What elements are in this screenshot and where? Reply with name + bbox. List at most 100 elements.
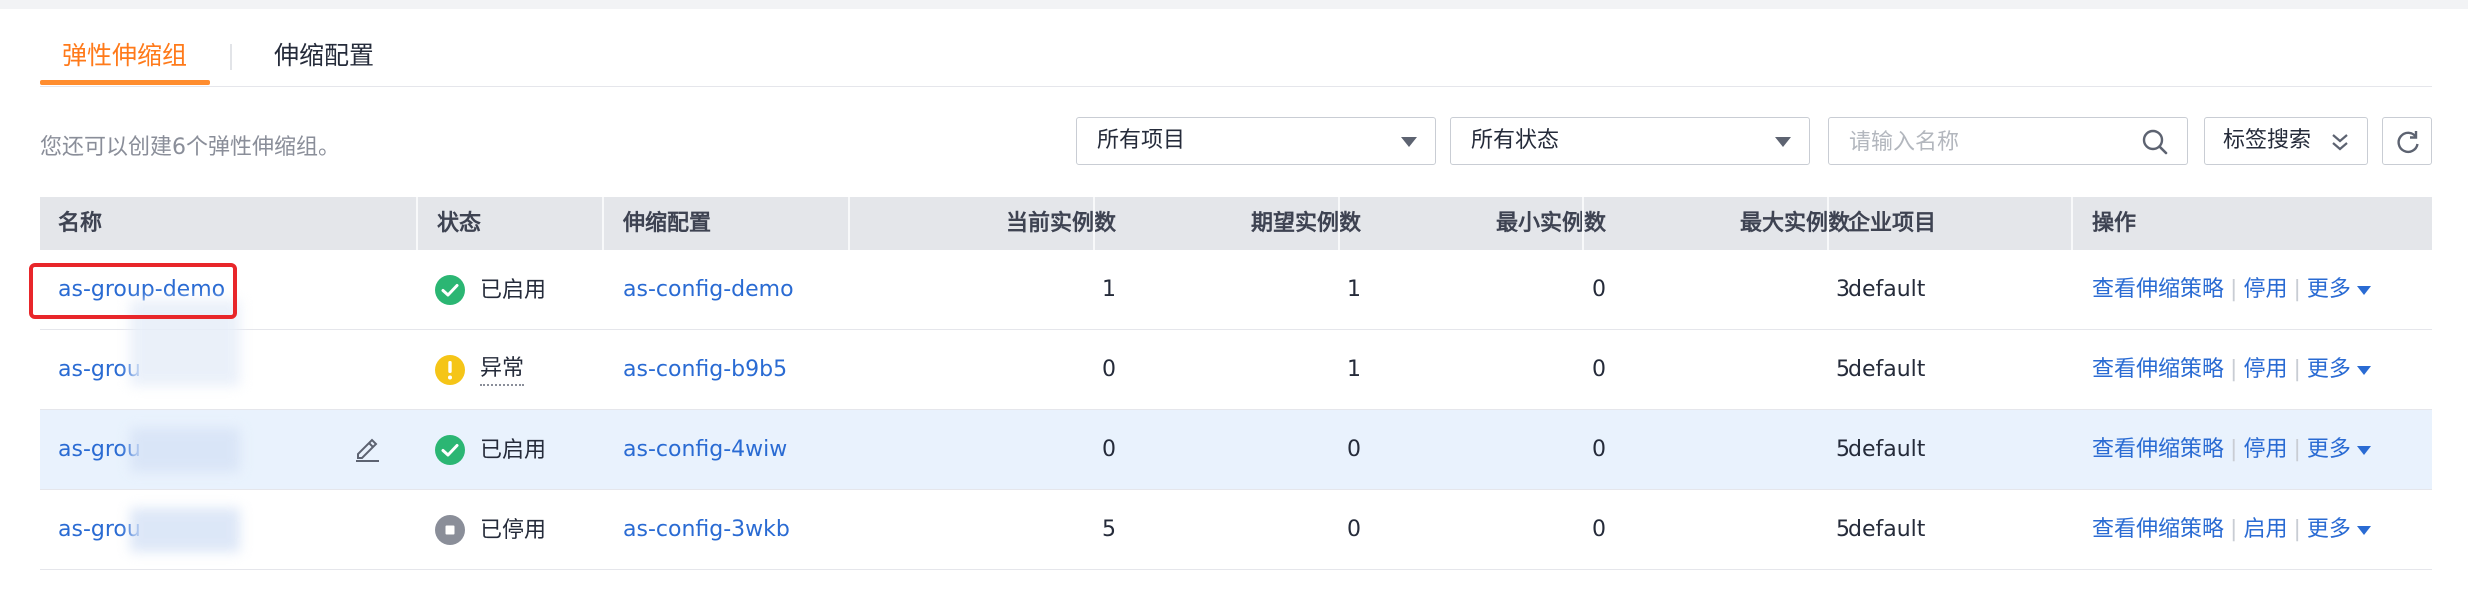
- caret-down-icon: [2356, 445, 2371, 455]
- current-instances: 5: [1102, 517, 1116, 542]
- col-config: 伸缩配置: [623, 211, 712, 236]
- config-link[interactable]: as-config-3wkb: [623, 490, 790, 569]
- col-status: 状态: [437, 211, 482, 236]
- min-instances: 0: [1592, 357, 1606, 382]
- column-divider: [1582, 197, 1584, 250]
- search-icon[interactable]: [2141, 128, 2169, 156]
- double-chevron-down-icon: [2332, 134, 2348, 151]
- caret-down-icon: [2356, 285, 2371, 295]
- status-text: 已停用: [480, 518, 547, 543]
- action-divider: |: [2293, 277, 2301, 302]
- enterprise-project: default: [1848, 437, 1926, 462]
- tab-divider: [230, 44, 232, 70]
- current-instances: 1: [1102, 277, 1116, 302]
- action-divider: |: [2293, 357, 2301, 382]
- toggle-link[interactable]: 停用: [2243, 357, 2287, 382]
- tag-search-label: 标签搜索: [2223, 128, 2312, 153]
- status-text[interactable]: 异常: [480, 354, 525, 386]
- redacted-region: [130, 508, 240, 552]
- action-divider: |: [2293, 517, 2301, 542]
- toggle-link[interactable]: 停用: [2243, 277, 2287, 302]
- more-menu[interactable]: 更多: [2307, 277, 2371, 302]
- quota-text: 您还可以创建6个弹性伸缩组。: [40, 135, 340, 160]
- column-divider: [416, 197, 418, 250]
- tab-scaling-groups[interactable]: 弹性伸缩组: [62, 36, 187, 76]
- more-label: 更多: [2306, 437, 2351, 462]
- redacted-region: [130, 428, 240, 472]
- enterprise-project: default: [1848, 517, 1926, 542]
- project-select-value: 所有项目: [1097, 128, 1186, 153]
- config-link[interactable]: as-config-demo: [623, 250, 794, 329]
- group-name-link[interactable]: as-grou: [58, 490, 141, 569]
- col-project: 企业项目: [1848, 211, 1937, 236]
- row-actions: 查看伸缩策略 | 停用 | 更多: [2092, 250, 2371, 329]
- desired-instances: 0: [1347, 517, 1361, 542]
- column-divider: [1827, 197, 1829, 250]
- row-actions: 查看伸缩策略 | 停用 | 更多: [2092, 410, 2371, 489]
- group-name-link[interactable]: as-grou: [58, 410, 141, 489]
- tab-scaling-configs[interactable]: 伸缩配置: [274, 36, 374, 76]
- desired-instances: 1: [1347, 357, 1361, 382]
- column-divider: [848, 197, 850, 250]
- toggle-link[interactable]: 停用: [2243, 437, 2287, 462]
- more-label: 更多: [2306, 357, 2351, 382]
- edit-icon[interactable]: [352, 432, 382, 462]
- enterprise-project: default: [1848, 357, 1926, 382]
- config-link[interactable]: as-config-4wiw: [623, 410, 787, 489]
- view-policy-link[interactable]: 查看伸缩策略: [2092, 437, 2224, 462]
- action-divider: |: [2230, 277, 2238, 302]
- check-circle-icon: [435, 435, 465, 465]
- action-divider: |: [2293, 437, 2301, 462]
- enterprise-project: default: [1848, 277, 1926, 302]
- refresh-button[interactable]: [2382, 117, 2432, 165]
- action-divider: |: [2230, 517, 2238, 542]
- more-label: 更多: [2306, 277, 2351, 302]
- check-circle-icon: [435, 275, 465, 305]
- column-divider: [602, 197, 604, 250]
- column-divider: [1093, 197, 1095, 250]
- status-text: 已启用: [480, 438, 547, 463]
- col-min: 最小实例数: [1495, 211, 1606, 236]
- warning-circle-icon: [435, 355, 465, 385]
- toggle-link[interactable]: 启用: [2243, 517, 2287, 542]
- caret-down-icon: [1775, 137, 1791, 147]
- more-menu[interactable]: 更多: [2307, 437, 2371, 462]
- scaling-group-table: 名称 状态 伸缩配置 当前实例数 期望实例数 最小实例数 最大实例数 企业项目 …: [40, 197, 2432, 570]
- status-select[interactable]: 所有状态: [1450, 117, 1810, 165]
- min-instances: 0: [1592, 517, 1606, 542]
- col-current: 当前实例数: [1005, 211, 1116, 236]
- desired-instances: 0: [1347, 437, 1361, 462]
- status-text: 已启用: [480, 278, 547, 303]
- column-divider: [1338, 197, 1340, 250]
- col-actions: 操作: [2092, 211, 2137, 236]
- refresh-icon: [2397, 131, 2419, 154]
- desired-instances: 1: [1347, 277, 1361, 302]
- table-row: as-grou 已停用 as-config-3wkb 5 0 0 5 defau…: [40, 490, 2432, 570]
- top-bar: [0, 0, 2468, 9]
- view-policy-link[interactable]: 查看伸缩策略: [2092, 517, 2224, 542]
- more-label: 更多: [2306, 517, 2351, 542]
- status-select-value: 所有状态: [1471, 128, 1560, 153]
- current-instances: 0: [1102, 357, 1116, 382]
- active-tab-indicator: [40, 80, 210, 85]
- row-actions: 查看伸缩策略 | 停用 | 更多: [2092, 330, 2371, 409]
- caret-down-icon: [1401, 137, 1417, 147]
- more-menu[interactable]: 更多: [2307, 357, 2371, 382]
- more-menu[interactable]: 更多: [2307, 517, 2371, 542]
- view-policy-link[interactable]: 查看伸缩策略: [2092, 277, 2224, 302]
- search-input[interactable]: [1847, 126, 2121, 158]
- search-box: [1828, 117, 2188, 165]
- group-name-link[interactable]: as-grou: [58, 330, 141, 409]
- column-divider: [2071, 197, 2073, 250]
- view-policy-link[interactable]: 查看伸缩策略: [2092, 357, 2224, 382]
- tag-search-button[interactable]: 标签搜索: [2204, 117, 2368, 165]
- highlight-box: [29, 263, 237, 319]
- min-instances: 0: [1592, 277, 1606, 302]
- config-link[interactable]: as-config-b9b5: [623, 330, 787, 409]
- row-actions: 查看伸缩策略 | 启用 | 更多: [2092, 490, 2371, 569]
- action-divider: |: [2230, 437, 2238, 462]
- col-name: 名称: [58, 211, 103, 236]
- action-divider: |: [2230, 357, 2238, 382]
- project-select[interactable]: 所有项目: [1076, 117, 1436, 165]
- tab-bar: 弹性伸缩组 伸缩配置: [40, 28, 2432, 87]
